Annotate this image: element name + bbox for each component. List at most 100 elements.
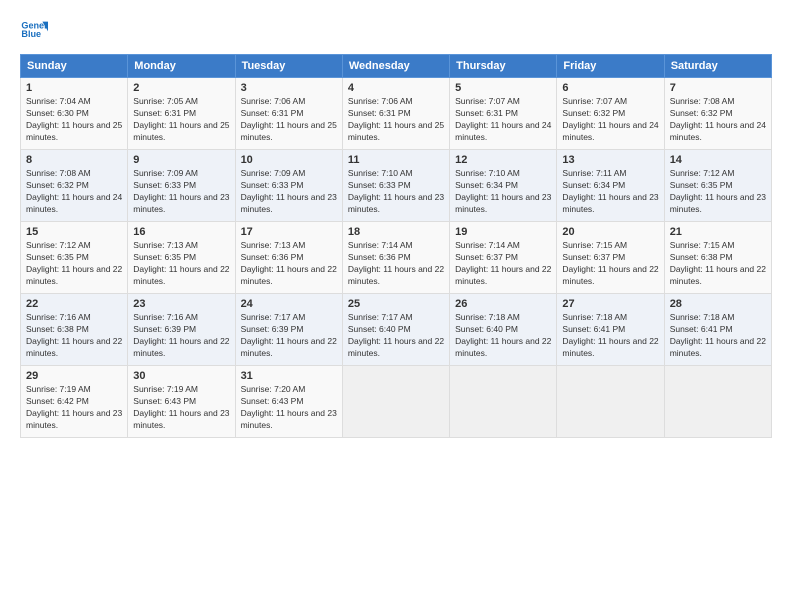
day-info: Sunrise: 7:10 AM Sunset: 6:33 PM Dayligh…	[348, 168, 444, 216]
day-number: 30	[133, 370, 229, 382]
day-info: Sunrise: 7:12 AM Sunset: 6:35 PM Dayligh…	[26, 240, 122, 288]
calendar-day-cell: 19 Sunrise: 7:14 AM Sunset: 6:37 PM Dayl…	[450, 222, 557, 294]
day-number: 13	[562, 154, 658, 166]
day-info: Sunrise: 7:16 AM Sunset: 6:39 PM Dayligh…	[133, 312, 229, 360]
calendar-day-cell: 31 Sunrise: 7:20 AM Sunset: 6:43 PM Dayl…	[235, 366, 342, 438]
calendar-day-cell: 5 Sunrise: 7:07 AM Sunset: 6:31 PM Dayli…	[450, 78, 557, 150]
calendar-day-cell: 21 Sunrise: 7:15 AM Sunset: 6:38 PM Dayl…	[664, 222, 771, 294]
calendar-day-cell: 12 Sunrise: 7:10 AM Sunset: 6:34 PM Dayl…	[450, 150, 557, 222]
calendar-day-cell: 2 Sunrise: 7:05 AM Sunset: 6:31 PM Dayli…	[128, 78, 235, 150]
day-number: 18	[348, 226, 444, 238]
day-info: Sunrise: 7:09 AM Sunset: 6:33 PM Dayligh…	[133, 168, 229, 216]
day-info: Sunrise: 7:09 AM Sunset: 6:33 PM Dayligh…	[241, 168, 337, 216]
day-number: 16	[133, 226, 229, 238]
day-number: 3	[241, 82, 337, 94]
day-number: 4	[348, 82, 444, 94]
calendar-week-row: 1 Sunrise: 7:04 AM Sunset: 6:30 PM Dayli…	[21, 78, 772, 150]
calendar-table: SundayMondayTuesdayWednesdayThursdayFrid…	[20, 54, 772, 438]
calendar-header-row: SundayMondayTuesdayWednesdayThursdayFrid…	[21, 55, 772, 78]
day-number: 26	[455, 298, 551, 310]
logo: General Blue	[20, 16, 50, 44]
calendar-day-cell	[342, 366, 449, 438]
calendar-day-cell: 30 Sunrise: 7:19 AM Sunset: 6:43 PM Dayl…	[128, 366, 235, 438]
calendar-week-row: 15 Sunrise: 7:12 AM Sunset: 6:35 PM Dayl…	[21, 222, 772, 294]
calendar-week-row: 8 Sunrise: 7:08 AM Sunset: 6:32 PM Dayli…	[21, 150, 772, 222]
calendar-day-cell: 16 Sunrise: 7:13 AM Sunset: 6:35 PM Dayl…	[128, 222, 235, 294]
day-number: 21	[670, 226, 766, 238]
calendar-day-cell: 20 Sunrise: 7:15 AM Sunset: 6:37 PM Dayl…	[557, 222, 664, 294]
calendar-day-cell: 29 Sunrise: 7:19 AM Sunset: 6:42 PM Dayl…	[21, 366, 128, 438]
day-number: 31	[241, 370, 337, 382]
day-info: Sunrise: 7:15 AM Sunset: 6:38 PM Dayligh…	[670, 240, 766, 288]
day-info: Sunrise: 7:18 AM Sunset: 6:41 PM Dayligh…	[670, 312, 766, 360]
day-number: 29	[26, 370, 122, 382]
day-number: 17	[241, 226, 337, 238]
day-number: 9	[133, 154, 229, 166]
calendar-day-cell: 8 Sunrise: 7:08 AM Sunset: 6:32 PM Dayli…	[21, 150, 128, 222]
calendar-day-header: Monday	[128, 55, 235, 78]
calendar-week-row: 22 Sunrise: 7:16 AM Sunset: 6:38 PM Dayl…	[21, 294, 772, 366]
day-number: 11	[348, 154, 444, 166]
day-number: 14	[670, 154, 766, 166]
calendar-day-cell: 9 Sunrise: 7:09 AM Sunset: 6:33 PM Dayli…	[128, 150, 235, 222]
calendar-week-row: 29 Sunrise: 7:19 AM Sunset: 6:42 PM Dayl…	[21, 366, 772, 438]
logo-icon: General Blue	[20, 16, 48, 44]
day-info: Sunrise: 7:08 AM Sunset: 6:32 PM Dayligh…	[26, 168, 122, 216]
calendar-day-cell: 25 Sunrise: 7:17 AM Sunset: 6:40 PM Dayl…	[342, 294, 449, 366]
header: General Blue	[20, 16, 772, 44]
day-info: Sunrise: 7:07 AM Sunset: 6:32 PM Dayligh…	[562, 96, 658, 144]
day-info: Sunrise: 7:15 AM Sunset: 6:37 PM Dayligh…	[562, 240, 658, 288]
day-info: Sunrise: 7:06 AM Sunset: 6:31 PM Dayligh…	[348, 96, 444, 144]
day-info: Sunrise: 7:17 AM Sunset: 6:40 PM Dayligh…	[348, 312, 444, 360]
calendar-day-cell: 18 Sunrise: 7:14 AM Sunset: 6:36 PM Dayl…	[342, 222, 449, 294]
day-info: Sunrise: 7:04 AM Sunset: 6:30 PM Dayligh…	[26, 96, 122, 144]
calendar-day-cell: 1 Sunrise: 7:04 AM Sunset: 6:30 PM Dayli…	[21, 78, 128, 150]
calendar-day-cell: 4 Sunrise: 7:06 AM Sunset: 6:31 PM Dayli…	[342, 78, 449, 150]
day-info: Sunrise: 7:18 AM Sunset: 6:41 PM Dayligh…	[562, 312, 658, 360]
calendar-day-cell: 13 Sunrise: 7:11 AM Sunset: 6:34 PM Dayl…	[557, 150, 664, 222]
calendar-day-header: Wednesday	[342, 55, 449, 78]
day-number: 7	[670, 82, 766, 94]
calendar-day-cell: 3 Sunrise: 7:06 AM Sunset: 6:31 PM Dayli…	[235, 78, 342, 150]
day-number: 23	[133, 298, 229, 310]
day-info: Sunrise: 7:05 AM Sunset: 6:31 PM Dayligh…	[133, 96, 229, 144]
day-info: Sunrise: 7:11 AM Sunset: 6:34 PM Dayligh…	[562, 168, 658, 216]
calendar-day-cell: 7 Sunrise: 7:08 AM Sunset: 6:32 PM Dayli…	[664, 78, 771, 150]
day-number: 20	[562, 226, 658, 238]
day-info: Sunrise: 7:16 AM Sunset: 6:38 PM Dayligh…	[26, 312, 122, 360]
day-info: Sunrise: 7:07 AM Sunset: 6:31 PM Dayligh…	[455, 96, 551, 144]
calendar-day-cell: 14 Sunrise: 7:12 AM Sunset: 6:35 PM Dayl…	[664, 150, 771, 222]
day-number: 8	[26, 154, 122, 166]
calendar-day-cell: 15 Sunrise: 7:12 AM Sunset: 6:35 PM Dayl…	[21, 222, 128, 294]
calendar-day-header: Friday	[557, 55, 664, 78]
page: General Blue SundayMondayTuesdayWednesda…	[0, 0, 792, 612]
day-number: 5	[455, 82, 551, 94]
day-number: 15	[26, 226, 122, 238]
calendar-day-header: Sunday	[21, 55, 128, 78]
day-info: Sunrise: 7:08 AM Sunset: 6:32 PM Dayligh…	[670, 96, 766, 144]
calendar-day-cell: 24 Sunrise: 7:17 AM Sunset: 6:39 PM Dayl…	[235, 294, 342, 366]
day-info: Sunrise: 7:12 AM Sunset: 6:35 PM Dayligh…	[670, 168, 766, 216]
day-info: Sunrise: 7:10 AM Sunset: 6:34 PM Dayligh…	[455, 168, 551, 216]
day-number: 1	[26, 82, 122, 94]
calendar-day-cell: 10 Sunrise: 7:09 AM Sunset: 6:33 PM Dayl…	[235, 150, 342, 222]
svg-text:Blue: Blue	[21, 29, 41, 39]
day-info: Sunrise: 7:20 AM Sunset: 6:43 PM Dayligh…	[241, 384, 337, 432]
calendar-day-cell: 23 Sunrise: 7:16 AM Sunset: 6:39 PM Dayl…	[128, 294, 235, 366]
calendar-day-cell: 6 Sunrise: 7:07 AM Sunset: 6:32 PM Dayli…	[557, 78, 664, 150]
day-info: Sunrise: 7:14 AM Sunset: 6:37 PM Dayligh…	[455, 240, 551, 288]
day-number: 12	[455, 154, 551, 166]
calendar-day-cell: 26 Sunrise: 7:18 AM Sunset: 6:40 PM Dayl…	[450, 294, 557, 366]
calendar-day-cell: 11 Sunrise: 7:10 AM Sunset: 6:33 PM Dayl…	[342, 150, 449, 222]
calendar-day-cell: 27 Sunrise: 7:18 AM Sunset: 6:41 PM Dayl…	[557, 294, 664, 366]
calendar-day-cell: 28 Sunrise: 7:18 AM Sunset: 6:41 PM Dayl…	[664, 294, 771, 366]
calendar-day-cell	[557, 366, 664, 438]
day-info: Sunrise: 7:19 AM Sunset: 6:43 PM Dayligh…	[133, 384, 229, 432]
day-number: 2	[133, 82, 229, 94]
day-number: 19	[455, 226, 551, 238]
calendar-day-header: Saturday	[664, 55, 771, 78]
day-info: Sunrise: 7:13 AM Sunset: 6:36 PM Dayligh…	[241, 240, 337, 288]
day-info: Sunrise: 7:17 AM Sunset: 6:39 PM Dayligh…	[241, 312, 337, 360]
day-info: Sunrise: 7:18 AM Sunset: 6:40 PM Dayligh…	[455, 312, 551, 360]
day-number: 22	[26, 298, 122, 310]
